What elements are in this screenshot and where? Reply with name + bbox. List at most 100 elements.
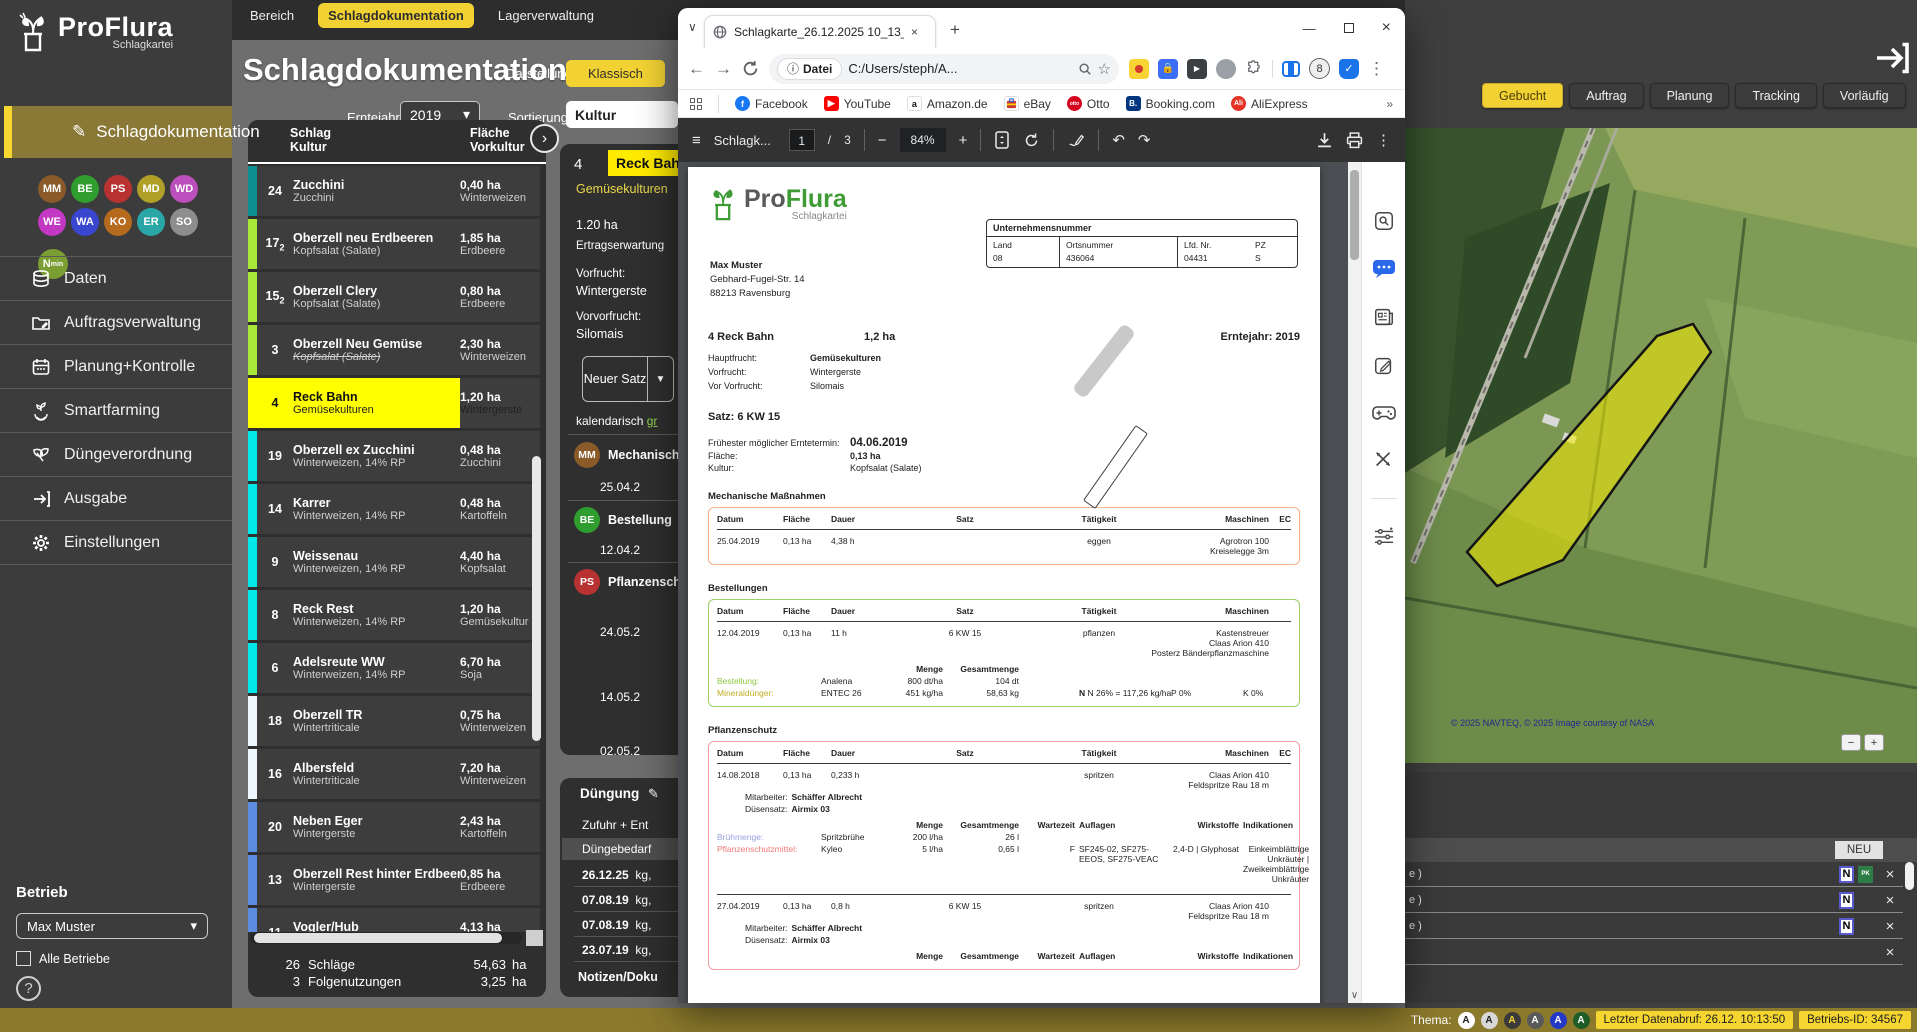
extension-icon[interactable] [1129,59,1149,79]
fit-page-icon[interactable] [994,131,1010,149]
duengung-row[interactable]: 23.07.19 kg, [560,943,686,957]
dropdown-arrow-icon[interactable]: ▼ [648,356,674,402]
alle-betriebe-checkbox[interactable]: Alle Betriebe [16,951,216,966]
panel-scrollbar[interactable] [1905,862,1914,890]
sidebar-compose-icon[interactable] [1373,355,1395,377]
filter-gebucht[interactable]: Gebucht [1482,83,1563,108]
timeline-date[interactable]: 12.04.2 [600,543,640,557]
security-shield-icon[interactable]: ✓ [1339,59,1359,79]
tab-bereich[interactable]: Bereich [240,3,304,28]
browser-menu-icon[interactable]: ⋮ [1368,59,1385,79]
timeline-mechanisch[interactable]: Mechanisch [608,448,680,462]
neu-button[interactable]: NEU [1835,841,1883,859]
note-icon[interactable]: N [1839,918,1854,935]
panel-row[interactable]: e ) N × [1405,914,1903,939]
zufuhr-row[interactable]: Zufuhr + Ent [560,818,686,832]
apps-grid-icon[interactable] [690,98,702,110]
badge-mm[interactable]: MM [38,175,66,203]
bookmarks-overflow-icon[interactable]: » [1386,97,1393,111]
timeline-pflanzenschutz[interactable]: Pflanzensch [608,575,681,589]
profile-avatar[interactable]: 8 [1309,58,1330,79]
puzzle-icon[interactable] [1245,60,1263,78]
theme-swatch-2[interactable]: A [1481,1012,1498,1029]
theme-swatch-1[interactable]: A [1458,1012,1475,1029]
field-row[interactable]: 11Vogler/HubWintergerste4,13 haWintertri… [248,908,540,932]
field-row-selected[interactable]: 4Reck BahnGemüsekulturen1,20 haWinterger… [248,378,540,428]
pdf-more-icon[interactable]: ⋮ [1376,131,1391,149]
pdf-canvas[interactable]: ProFluraSchlagkartei Max MusterGebhard-F… [678,162,1348,1003]
expand-list-button[interactable]: › [530,124,559,153]
browser-tab[interactable]: Schlagkarte_26.12.2025 10_13_4 × [704,15,936,48]
tab-lagerverwaltung[interactable]: Lagerverwaltung [488,3,604,28]
sidebar-search-icon[interactable] [1373,210,1395,232]
field-row[interactable]: 152Oberzell CleryKopfsalat (Salate)0,80 … [248,272,540,322]
close-icon[interactable]: × [1877,892,1903,909]
bookmark-ebay[interactable]: eBay [1004,96,1051,111]
close-window-button[interactable]: × [1382,19,1391,37]
sidebar-item-auftragsverwaltung[interactable]: Auftragsverwaltung [0,301,232,345]
darstellung-klassisch-button[interactable]: Klassisch [566,60,665,87]
search-icon[interactable] [1078,62,1092,76]
field-row[interactable]: 24ZucchiniZucchini0,40 haWinterweizen [248,166,540,216]
duengung-row[interactable]: 07.08.19 kg, [560,893,686,907]
field-row[interactable]: 3Oberzell Neu GemüseKopfsalat (Salate)2,… [248,325,540,375]
bookmark-amazon[interactable]: aAmazon.de [907,96,988,111]
filter-planung[interactable]: Planung [1650,83,1730,108]
filter-auftrag[interactable]: Auftrag [1569,83,1643,108]
filter-tracking[interactable]: Tracking [1735,83,1816,108]
help-button[interactable]: ? [16,976,41,1001]
theme-swatch-3[interactable]: A [1504,1012,1521,1029]
neuer-satz-button[interactable]: Neuer Satz ▼ [582,356,674,402]
print-icon[interactable] [1346,132,1363,149]
split-tab-icon[interactable] [1282,61,1300,77]
address-bar[interactable]: ⓘ Datei C:/Users/steph/A... ☆ [769,54,1119,84]
extension-gear-icon[interactable] [1216,59,1236,79]
new-tab-button[interactable]: + [950,20,960,40]
reload-icon[interactable] [742,60,759,77]
badge-ko[interactable]: KO [104,208,132,236]
field-row[interactable]: 13Oberzell Rest hinter ErdbeereWinterger… [248,855,540,905]
panel-row[interactable]: e ) N PK × [1405,862,1903,887]
tab-close-icon[interactable]: × [911,25,918,39]
badge-wa[interactable]: WA [71,208,99,236]
duengebedarf-row[interactable]: Düngebedarf [562,838,686,860]
field-row[interactable]: 20Neben EgerWintergerste2,43 haKartoffel… [248,802,540,852]
field-row[interactable]: 8Reck RestWinterweizen, 14% RP1,20 haGem… [248,590,540,640]
badge-be[interactable]: BE [71,175,99,203]
note-icon[interactable]: N [1839,866,1854,883]
undo-icon[interactable]: ↶ [1112,131,1125,149]
sidebar-settings-icon[interactable] [1373,526,1395,546]
sidebar-item-smartfarming[interactable]: Smartfarming [0,389,232,433]
panel-row[interactable]: × [1405,940,1903,965]
duengung-row[interactable]: 26.12.25 kg, [560,868,686,882]
timeline-date[interactable]: 14.05.2 [600,690,640,704]
file-scheme-chip[interactable]: ⓘ Datei [777,58,842,80]
minimize-button[interactable]: — [1303,21,1316,36]
field-row[interactable]: 19Oberzell ex ZucchiniWinterweizen, 14% … [248,431,540,481]
sidebar-item-schlagdokumentation[interactable]: ✎ Schlagdokumentation [4,106,232,158]
sortierung-select[interactable]: Kultur [566,101,678,128]
field-row[interactable]: 16AlbersfeldWintertriticale7,20 haWinter… [248,749,540,799]
tab-search-icon[interactable]: ∨ [688,20,697,34]
pdf-scrollbar[interactable]: ∨ [1348,162,1361,1003]
url-text[interactable]: C:/Users/steph/A... [848,61,1071,76]
map-zoom-in-button[interactable]: + [1864,734,1884,751]
notizen-row[interactable]: Notizen/Doku [560,970,686,984]
back-icon[interactable]: ← [688,59,705,79]
field-row[interactable]: 14KarrerWinterweizen, 14% RP0,48 haKarto… [248,484,540,534]
close-icon[interactable]: × [1877,866,1903,883]
bookmark-star-icon[interactable]: ☆ [1098,60,1111,78]
timeline-date[interactable]: 24.05.2 [600,625,640,639]
betrieb-select[interactable]: Max Muster ▾ [16,913,208,939]
field-row[interactable]: 6Adelsreute WWWinterweizen, 14% RP6,70 h… [248,643,540,693]
bookmark-aliexpress[interactable]: AliAliExpress [1231,96,1308,111]
sidebar-chat-icon[interactable] [1372,259,1396,279]
extension-video-icon[interactable]: ▶ [1187,59,1207,79]
bookmark-youtube[interactable]: ▶YouTube [824,96,891,111]
badge-md[interactable]: MD [137,175,165,203]
maximize-button[interactable] [1344,23,1354,33]
scroll-down-icon[interactable]: ∨ [1348,990,1361,1001]
zoom-out-icon[interactable]: − [878,132,887,149]
badge-so[interactable]: SO [170,208,198,236]
checkbox-box[interactable] [16,951,31,966]
